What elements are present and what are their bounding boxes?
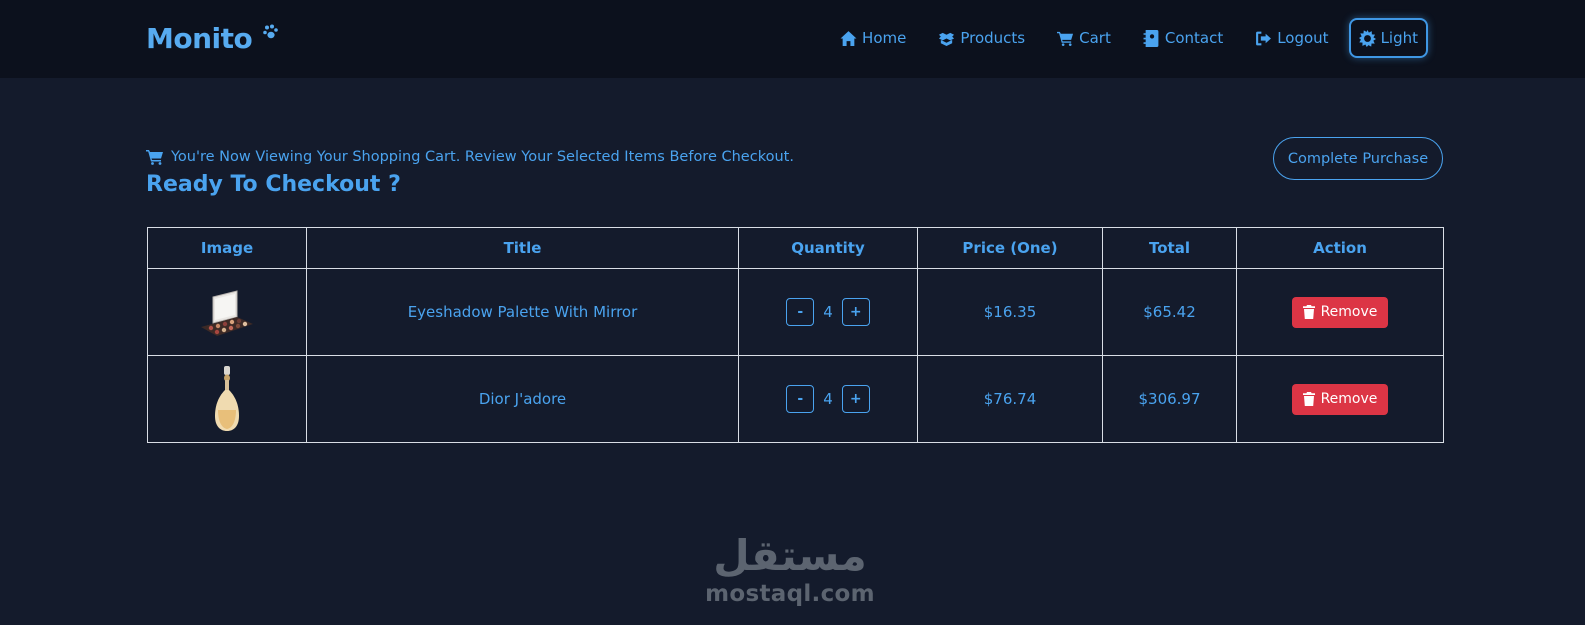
trash-icon (1302, 392, 1315, 406)
product-image-cell (147, 268, 307, 356)
quantity-value: 4 (823, 303, 833, 321)
watermark-latin: mostaql.com (705, 581, 875, 607)
cart-note: You're Now Viewing Your Shopping Cart. R… (146, 149, 794, 165)
quantity-stepper: - 4 + (739, 385, 917, 413)
product-title: Eyeshadow Palette With Mirror (306, 268, 739, 356)
eyeshadow-palette-image (201, 290, 253, 336)
nav-cart[interactable]: Cart (1041, 18, 1127, 58)
paw-icon (262, 24, 278, 39)
theme-toggle-button[interactable]: Light (1348, 18, 1428, 58)
remove-button[interactable]: Remove (1291, 383, 1389, 415)
trash-icon (1302, 305, 1315, 319)
cart-note-text: You're Now Viewing Your Shopping Cart. R… (171, 149, 794, 165)
column-header-action: Action (1236, 227, 1444, 269)
perfume-bottle-image (215, 366, 239, 431)
column-header-quantity: Quantity (738, 227, 918, 269)
watermark-arabic: مستقل (713, 531, 867, 580)
address-book-icon (1143, 29, 1159, 47)
product-title: Dior J'adore (306, 355, 739, 443)
table-row: Eyeshadow Palette With Mirror - 4 + $16.… (147, 268, 1444, 356)
navbar: Monito Home Products Cart Contact Logout… (0, 0, 1585, 78)
unit-price: $76.74 (917, 355, 1103, 443)
column-header-total: Total (1102, 227, 1237, 269)
sun-icon (1358, 29, 1376, 47)
quantity-cell: - 4 + (738, 355, 918, 443)
cart-icon (1057, 31, 1074, 46)
decrease-quantity-button[interactable]: - (786, 385, 815, 413)
nav-products-label: Products (960, 29, 1026, 47)
theme-toggle-label: Light (1380, 29, 1418, 47)
logout-icon (1256, 31, 1272, 45)
unit-price: $16.35 (917, 268, 1103, 356)
quantity-value: 4 (823, 390, 833, 408)
action-cell: Remove (1236, 268, 1444, 356)
cart-table: Image Title Quantity Price (One) Total A… (147, 227, 1444, 443)
column-header-price: Price (One) (917, 227, 1103, 269)
table-row: Dior J'adore - 4 + $76.74 $306.97 Remove (147, 355, 1444, 443)
increase-quantity-button[interactable]: + (841, 298, 870, 326)
boxes-icon (939, 32, 955, 46)
nav-logout[interactable]: Logout (1239, 18, 1344, 58)
nav-products[interactable]: Products (922, 18, 1041, 58)
home-icon (840, 30, 857, 46)
nav-contact-label: Contact (1164, 29, 1224, 47)
action-cell: Remove (1236, 355, 1444, 443)
complete-purchase-button[interactable]: Complete Purchase (1273, 137, 1443, 180)
decrease-quantity-button[interactable]: - (786, 298, 815, 326)
line-total: $65.42 (1102, 268, 1237, 356)
remove-button[interactable]: Remove (1291, 296, 1389, 328)
remove-button-label: Remove (1320, 391, 1378, 407)
nav-cart-label: Cart (1079, 29, 1111, 47)
quantity-stepper: - 4 + (739, 298, 917, 326)
nav-contact[interactable]: Contact (1127, 18, 1239, 58)
cart-icon (146, 150, 163, 165)
line-total: $306.97 (1102, 355, 1237, 443)
remove-button-label: Remove (1320, 304, 1378, 320)
brand-logo[interactable]: Monito (146, 22, 279, 56)
column-header-image: Image (147, 227, 307, 269)
nav-home[interactable]: Home (824, 18, 922, 58)
quantity-cell: - 4 + (738, 268, 918, 356)
table-header-row: Image Title Quantity Price (One) Total A… (147, 227, 1444, 269)
main-nav: Home Products Cart Contact Logout Light (824, 18, 1428, 58)
page-title: Ready To Checkout ? (146, 172, 401, 197)
watermark: مستقل mostaql.com (705, 532, 875, 608)
increase-quantity-button[interactable]: + (841, 385, 870, 413)
nav-logout-label: Logout (1277, 29, 1329, 47)
brand-name: Monito (146, 22, 253, 55)
column-header-title: Title (306, 227, 739, 269)
nav-home-label: Home (862, 29, 907, 47)
product-image-cell (147, 355, 307, 443)
